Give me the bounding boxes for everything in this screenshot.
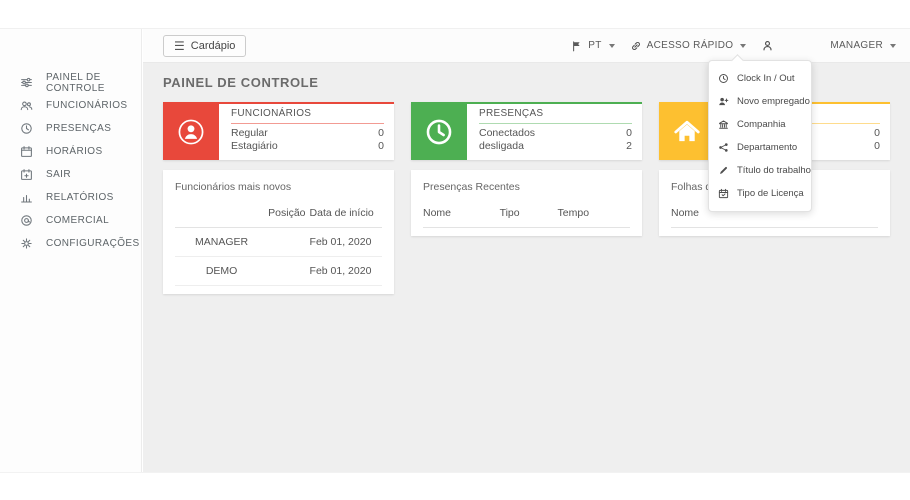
stat-label: Estagiário: [231, 140, 278, 153]
menu-item-label: Novo empregado: [737, 96, 810, 107]
chevron-down-icon: [740, 44, 746, 48]
employee-start-date: Feb 01, 2020: [310, 257, 382, 286]
topbar: ☰ Cardápio PT ACESSO RÁPIDO MANAGER: [143, 29, 910, 63]
stat-value: 0: [378, 127, 384, 140]
employee-name: MANAGER: [175, 228, 268, 257]
clock-icon: [411, 104, 467, 160]
menu-item-label: Título do trabalho: [737, 165, 811, 176]
bar-chart-icon: [20, 191, 33, 204]
sidebar-item-label: PAINEL DE CONTROLE: [46, 72, 141, 94]
sidebar-item-comercial[interactable]: COMERCIAL: [0, 209, 141, 232]
column-header: Tempo: [558, 204, 630, 228]
stat-label: Conectados: [479, 127, 535, 140]
at-circle-icon: [20, 214, 33, 227]
stat-value: 0: [378, 140, 384, 153]
sidebar-item-configuracoes[interactable]: CONFIGURAÇÕES: [0, 232, 141, 255]
share-nodes-icon: [718, 142, 729, 153]
user-menu[interactable]: MANAGER: [830, 40, 896, 51]
column-header: Data de início: [310, 204, 382, 228]
menu-item-label: Departamento: [737, 142, 797, 153]
sidebar-item-horarios[interactable]: HORÁRIOS: [0, 140, 141, 163]
sidebar-item-label: COMERCIAL: [46, 215, 109, 226]
sidebar-item-label: CONFIGURAÇÕES: [46, 238, 140, 249]
hamburger-icon: ☰: [174, 41, 185, 51]
menu-item-novo-empregado[interactable]: Novo empregado: [709, 90, 811, 113]
employee-position: [268, 228, 309, 257]
sidebar-item-label: SAIR: [46, 169, 71, 180]
table-row[interactable]: DEMO Feb 01, 2020: [175, 257, 382, 286]
sidebar-item-label: FUNCIONÁRIOS: [46, 100, 127, 111]
home-icon: [659, 104, 715, 160]
table-row[interactable]: MANAGER Feb 01, 2020: [175, 228, 382, 257]
flag-icon: [571, 40, 583, 52]
person-icon: [761, 39, 774, 52]
quick-access-menu: Clock In / Out Novo empregado Companhia …: [708, 60, 812, 212]
stat-value: 0: [626, 127, 632, 140]
stat-card-title: PRESENÇAS: [479, 108, 632, 124]
link-icon: [630, 40, 642, 52]
sidebar-item-label: PRESENÇAS: [46, 123, 111, 134]
employee-position: [268, 257, 309, 286]
calendar-icon: [20, 145, 33, 158]
sidebar-item-relatorios[interactable]: RELATÓRIOS: [0, 186, 141, 209]
menu-item-label: Companhia: [737, 119, 786, 130]
menu-button-label: Cardápio: [191, 40, 236, 52]
column-header: Tipo: [500, 204, 558, 228]
sidebar-item-sair[interactable]: SAIR: [0, 163, 141, 186]
column-header: [175, 204, 268, 228]
sidebar-item-label: RELATÓRIOS: [46, 192, 114, 203]
calendar-plus-icon: [20, 168, 33, 181]
quick-access-label: ACESSO RÁPIDO: [647, 40, 734, 51]
sidebar-item-funcionarios[interactable]: FUNCIONÁRIOS: [0, 94, 141, 117]
column-header: Nome: [423, 204, 500, 228]
sidebar-item-presencas[interactable]: PRESENÇAS: [0, 117, 141, 140]
sidebar-item-painel-de-controle[interactable]: PAINEL DE CONTROLE: [0, 71, 141, 94]
menu-item-clock-in-out[interactable]: Clock In / Out: [709, 67, 811, 90]
stat-card-title: FUNCIONÁRIOS: [231, 108, 384, 124]
chevron-down-icon: [890, 44, 896, 48]
stat-value: 0: [874, 127, 880, 140]
stat-label: desligada: [479, 140, 524, 153]
stat-value: 0: [874, 140, 880, 153]
gear-icon: [20, 237, 33, 250]
quick-access-dropdown-toggle[interactable]: ACESSO RÁPIDO: [630, 40, 747, 52]
menu-toggle-button[interactable]: ☰ Cardápio: [163, 35, 246, 57]
stat-card-presencas[interactable]: PRESENÇAS Conectados 0 desligada 2: [411, 102, 642, 160]
sidebar: PAINEL DE CONTROLE FUNCIONÁRIOS PRESENÇA…: [0, 29, 142, 472]
newest-employees-table: Posição Data de início MANAGER Feb 01, 2…: [175, 204, 382, 286]
stat-card-funcionarios[interactable]: FUNCIONÁRIOS Regular 0 Estagiário 0: [163, 102, 394, 160]
pencil-icon: [718, 165, 729, 176]
stat-value: 2: [626, 140, 632, 153]
person-plus-icon: [718, 96, 729, 107]
users-icon: [20, 99, 33, 112]
menu-item-label: Tipo de Licença: [737, 188, 804, 199]
column-header: Posição: [268, 204, 309, 228]
clock-icon: [20, 122, 33, 135]
sidebar-item-label: HORÁRIOS: [46, 146, 103, 157]
employee-start-date: Feb 01, 2020: [310, 228, 382, 257]
language-label: PT: [588, 40, 601, 51]
chevron-down-icon: [609, 44, 615, 48]
menu-item-companhia[interactable]: Companhia: [709, 113, 811, 136]
person-icon: [163, 104, 219, 160]
bank-icon: [718, 119, 729, 130]
menu-item-titulo-do-trabalho[interactable]: Título do trabalho: [709, 159, 811, 182]
sliders-icon: [20, 76, 33, 89]
calendar-check-icon: [718, 188, 729, 199]
employee-name: DEMO: [175, 257, 268, 286]
topbar-right: PT ACESSO RÁPIDO MANAGER: [571, 39, 896, 52]
clock-icon: [718, 73, 729, 84]
recent-attendance-card: Presenças Recentes Nome Tipo Tempo: [411, 170, 642, 236]
table-title: Presenças Recentes: [423, 181, 630, 193]
table-title: Funcionários mais novos: [175, 181, 382, 193]
stat-label: Regular: [231, 127, 268, 140]
menu-item-label: Clock In / Out: [737, 73, 795, 84]
recent-attendance-table: Nome Tipo Tempo: [423, 204, 630, 228]
language-dropdown[interactable]: PT: [571, 40, 614, 52]
menu-item-departamento[interactable]: Departamento: [709, 136, 811, 159]
menu-item-tipo-de-licenca[interactable]: Tipo de Licença: [709, 182, 811, 205]
newest-employees-card: Funcionários mais novos Posição Data de …: [163, 170, 394, 294]
user-label: MANAGER: [830, 40, 883, 51]
